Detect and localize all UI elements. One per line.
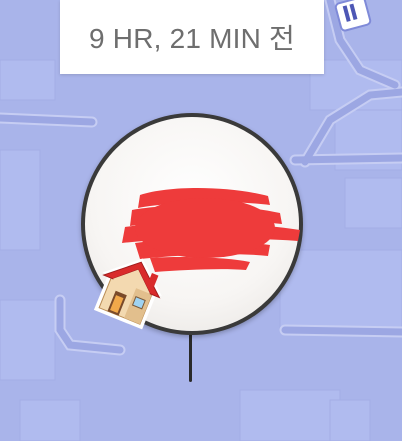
- time-elapsed-card: 9 HR, 21 MIN 전: [60, 0, 324, 74]
- home-icon: [93, 258, 162, 330]
- time-elapsed-label: 9 HR, 21 MIN 전: [89, 23, 295, 54]
